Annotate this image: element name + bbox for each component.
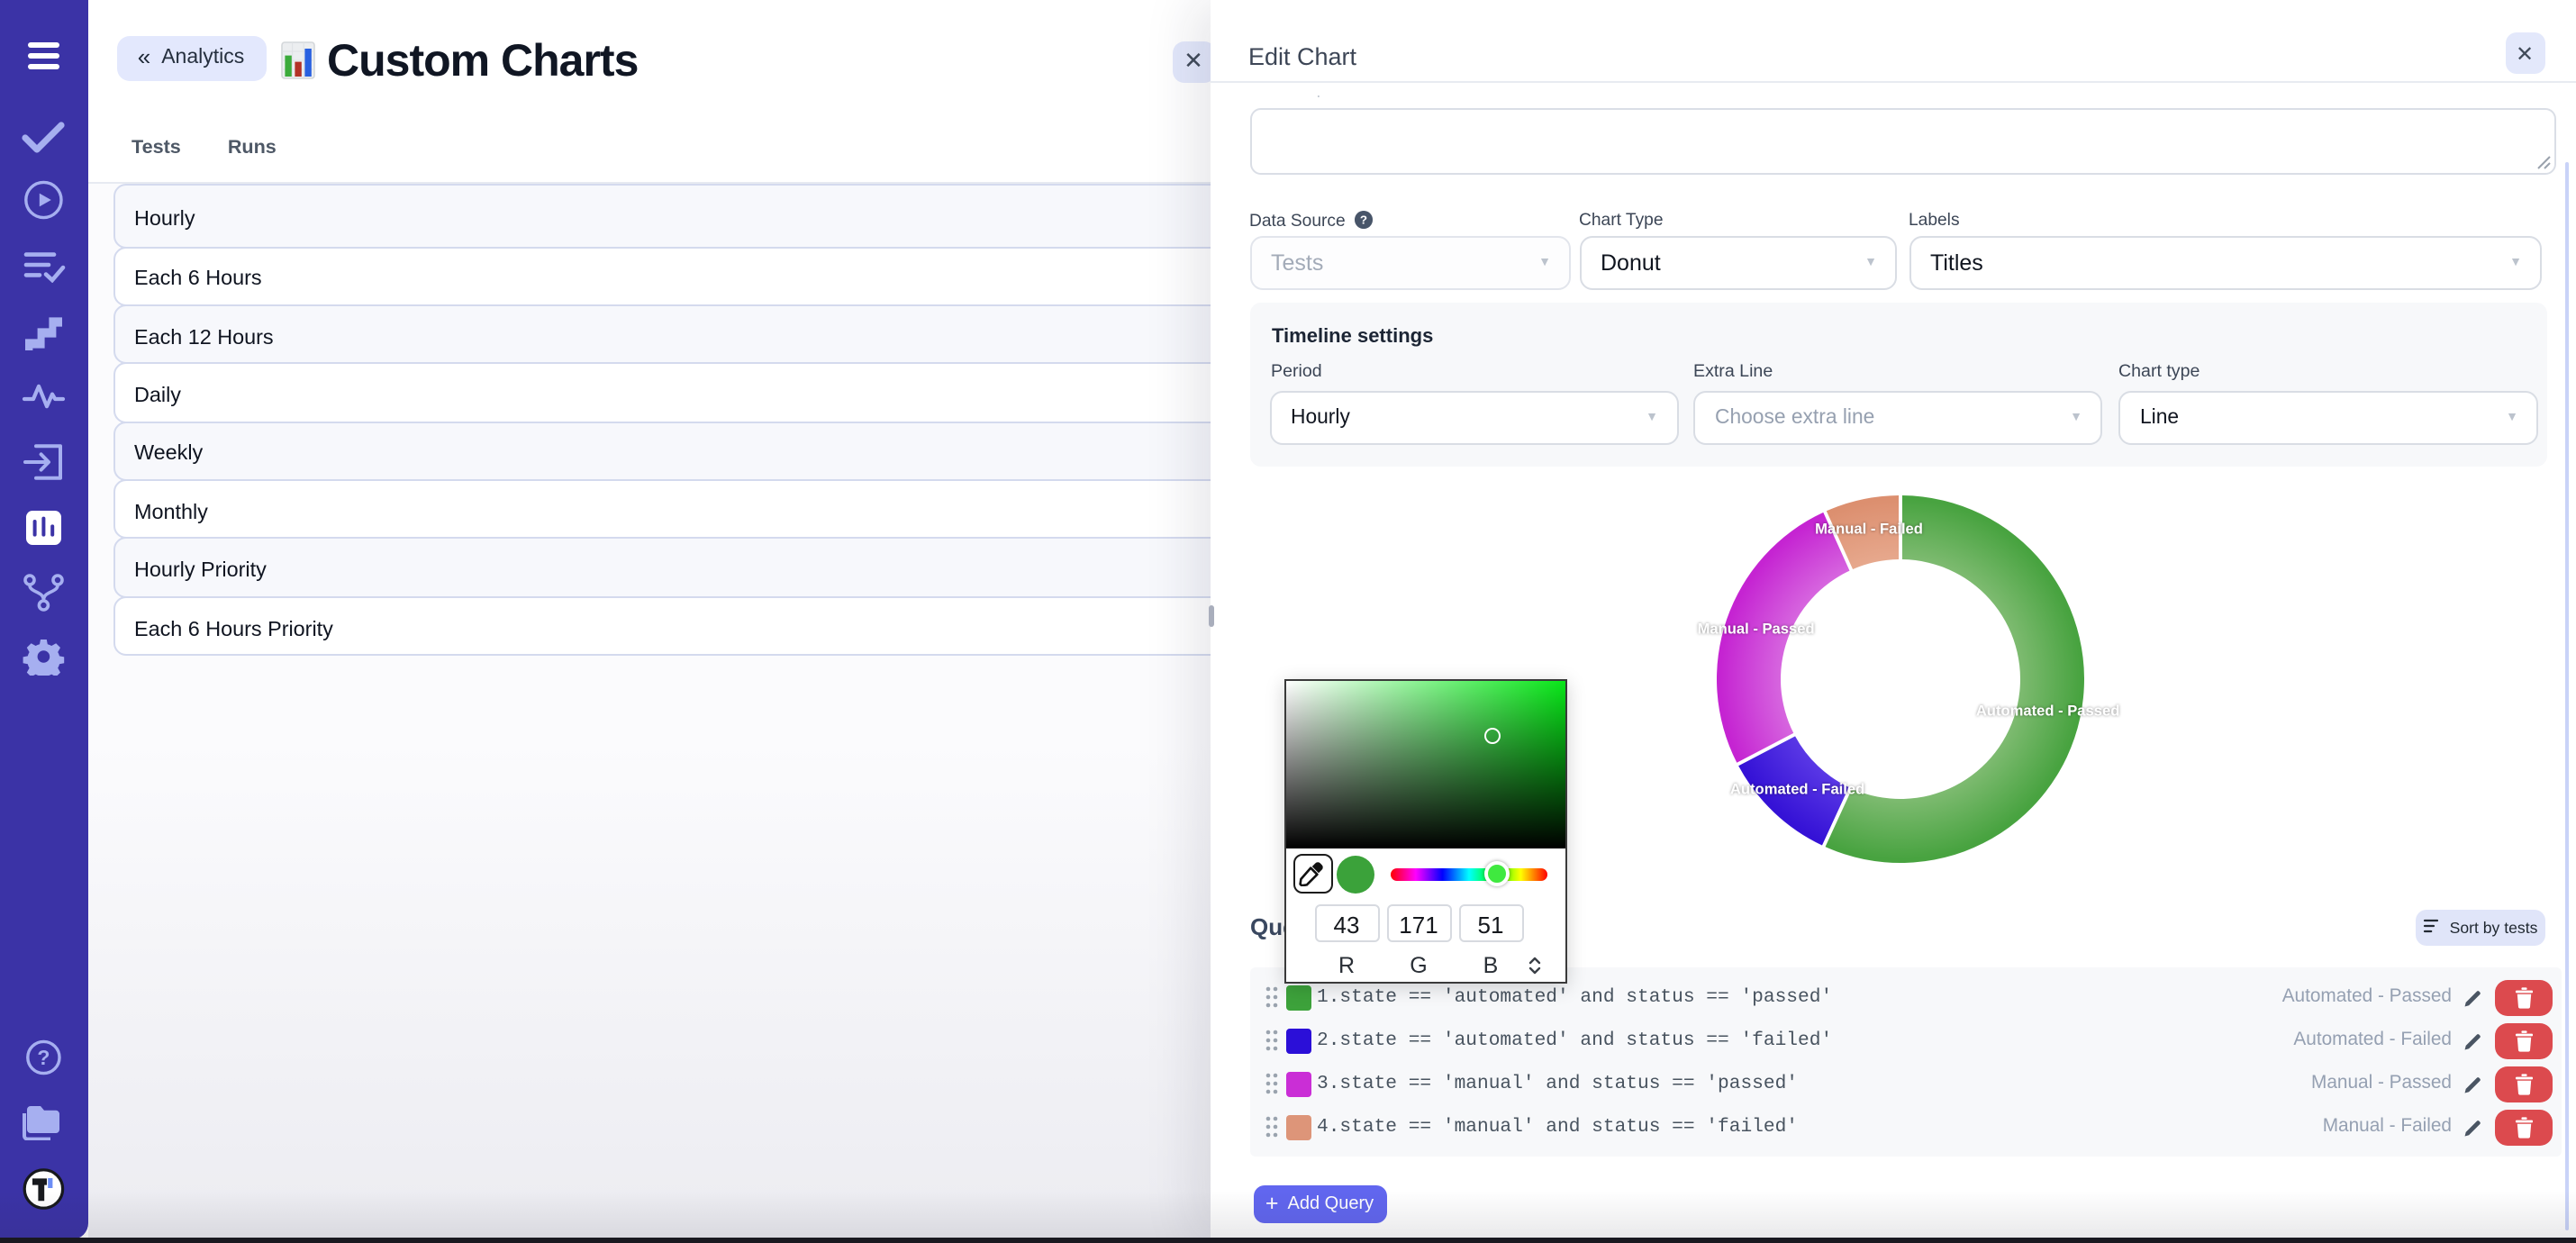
svg-text:Manual - Passed: Manual - Passed [1698,620,1815,637]
svg-text:Automated - Passed: Automated - Passed [1976,702,2120,719]
svg-text:Manual - Failed: Manual - Failed [1815,520,1923,537]
svg-text:?: ? [1359,213,1366,227]
svg-text:?: ? [37,1046,50,1069]
svg-text:Automated - Failed: Automated - Failed [1730,780,1864,797]
